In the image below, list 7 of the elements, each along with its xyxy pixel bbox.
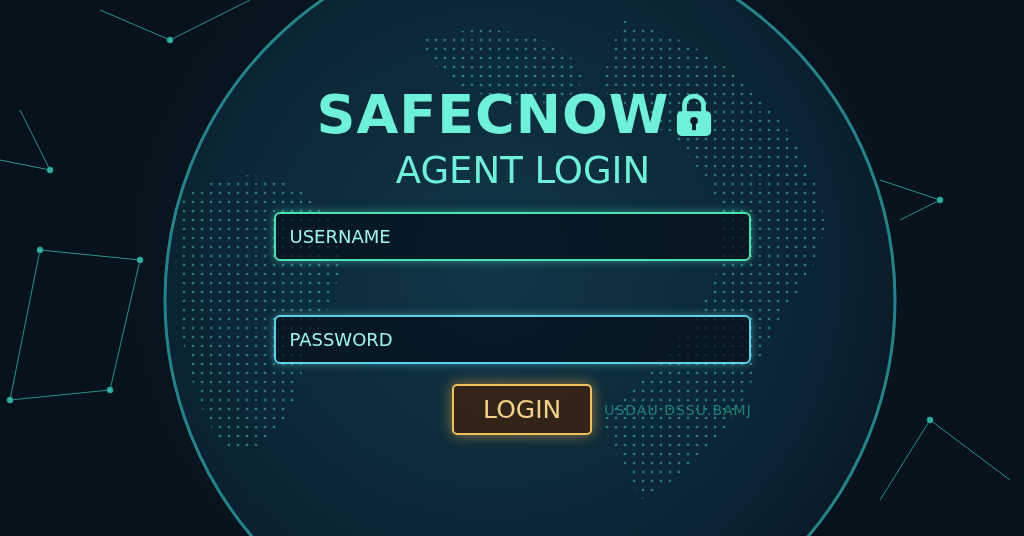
password-field[interactable]: PASSWORD [273, 315, 751, 364]
subtitle: AGENT LOGIN [395, 148, 651, 194]
login-button[interactable]: LOGIN [452, 384, 593, 435]
side-text: USDAU DSSU.BAMJ [604, 401, 752, 418]
username-field[interactable]: USERNAME [273, 212, 751, 261]
padlock-icon [675, 93, 714, 137]
brand-name: SAFECNOW [316, 82, 670, 148]
